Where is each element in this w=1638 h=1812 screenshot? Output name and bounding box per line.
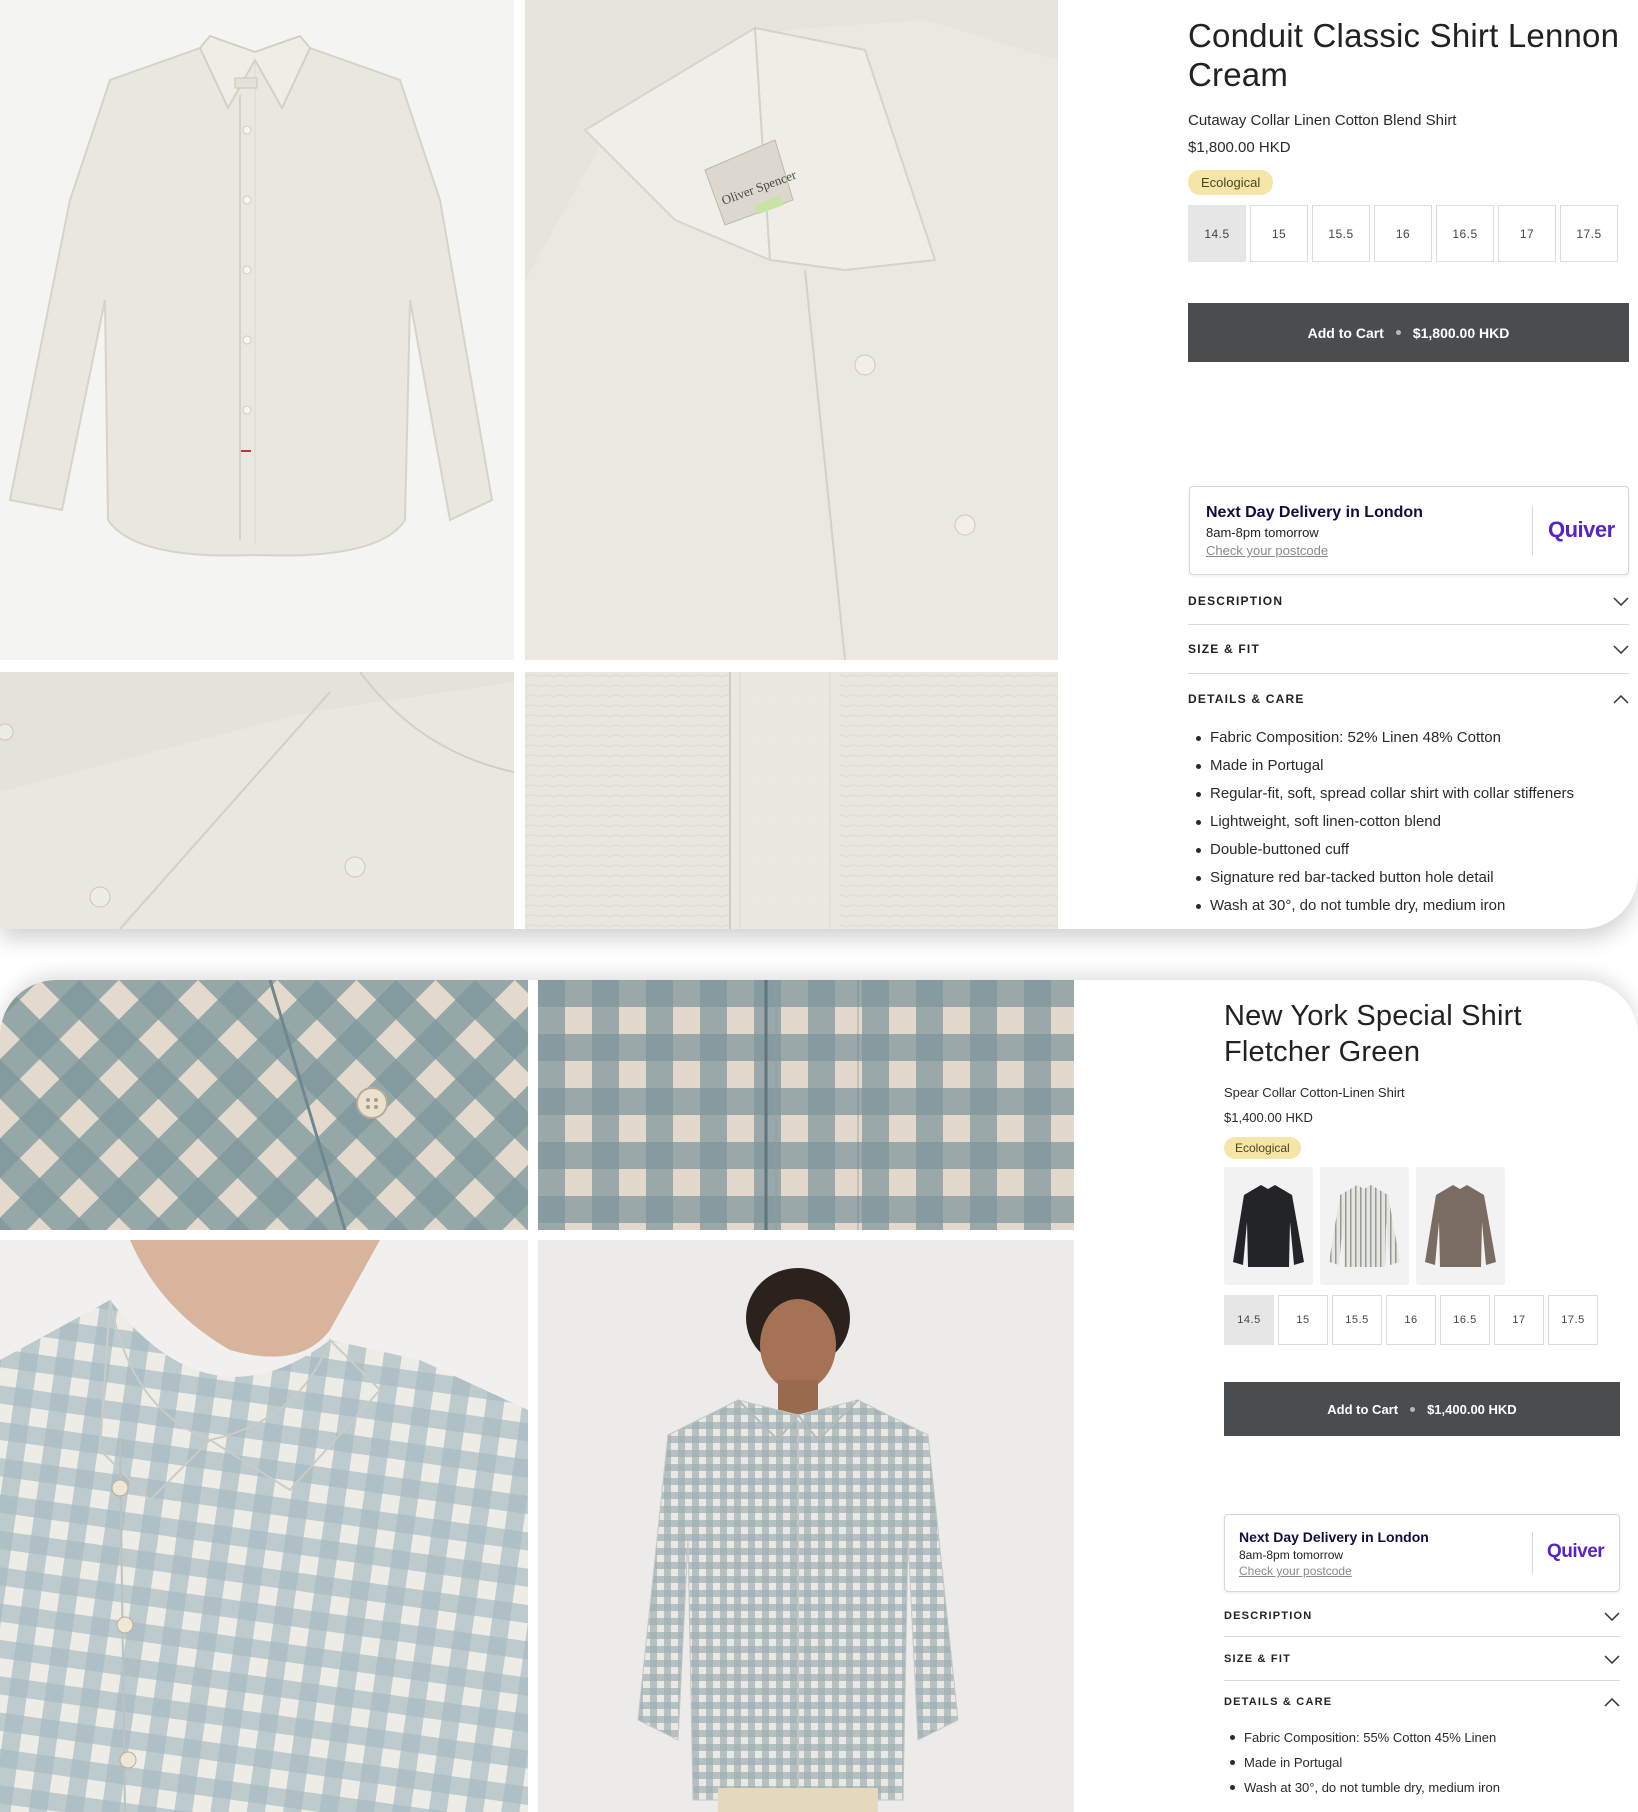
cream-shirt-collar-image[interactable]: Oliver Spencer [525,0,1058,660]
size-option-16[interactable]: 16 [1386,1295,1436,1345]
accordion-details-care[interactable]: DETAILS & CARE [1188,674,1629,723]
cream-shirt-cuff-image[interactable] [0,672,514,929]
check-postcode-link[interactable]: Check your postcode [1206,543,1328,558]
delivery-widget: Next Day Delivery in London 8am-8pm tomo… [1224,1514,1620,1592]
separator-dot [1395,330,1401,335]
chevron-down-icon [1613,645,1629,654]
product-title-line2: Cream [1188,56,1289,93]
size-option-17[interactable]: 17 [1494,1295,1544,1345]
accordion-description-label: DESCRIPTION [1224,1609,1313,1622]
product-info-panel: New York Special Shirt Fletcher Green Sp… [1224,998,1624,1159]
size-option-15-5[interactable]: 15.5 [1332,1295,1382,1345]
add-to-cart-label: Add to Cart [1327,1401,1399,1417]
size-option-14-5[interactable]: 14.5 [1188,205,1246,262]
details-item: Fabric Composition: 52% Linen 48% Cotton [1196,724,1630,752]
size-option-17-5[interactable]: 17.5 [1548,1295,1598,1345]
gingham-button-closeup-image[interactable] [0,980,528,1230]
delivery-time: 8am-8pm tomorrow [1206,525,1319,540]
product-title-line1: Conduit Classic Shirt Lennon [1188,17,1620,54]
chevron-down-icon [1604,1654,1620,1664]
details-item: Wash at 30°, do not tumble dry, medium i… [1196,892,1630,920]
add-to-cart-price: $1,400.00 HKD [1427,1401,1517,1417]
accordion-size-fit[interactable]: SIZE & FIT [1188,625,1629,674]
product-title-line2: Fletcher Green [1224,1036,1421,1068]
black-shirt-swatch[interactable] [1224,1167,1313,1285]
details-item: Signature red bar-tacked button hole det… [1196,864,1630,892]
accordion-size-fit[interactable]: SIZE & FIT [1224,1637,1620,1681]
accordion-description-label: DESCRIPTION [1188,594,1284,608]
cream-shirt-fabric-image[interactable] [525,672,1058,929]
size-option-16-5[interactable]: 16.5 [1440,1295,1490,1345]
size-selector: 14.5 15 15.5 16 16.5 17 17.5 [1224,1295,1598,1345]
product-title: Conduit Classic Shirt Lennon Cream [1188,16,1628,94]
color-swatches [1224,1167,1505,1285]
details-item: Wash at 30°, do not tumble dry, medium i… [1230,1775,1624,1800]
accordion-description[interactable]: DESCRIPTION [1188,578,1629,625]
gingham-placket-image[interactable] [538,980,1074,1230]
add-to-cart-button[interactable]: Add to Cart $1,400.00 HKD [1224,1382,1620,1436]
delivery-divider [1532,506,1533,555]
accordion-description[interactable]: DESCRIPTION [1224,1595,1620,1637]
size-option-16-5[interactable]: 16.5 [1436,205,1494,262]
accordion-size-fit-label: SIZE & FIT [1188,642,1260,656]
size-option-15[interactable]: 15 [1250,205,1308,262]
size-option-16[interactable]: 16 [1374,205,1432,262]
size-option-15-5[interactable]: 15.5 [1312,205,1370,262]
delivery-divider [1532,1531,1533,1575]
details-list: Fabric Composition: 52% Linen 48% Cotton… [1196,724,1630,920]
gingham-model-full-image[interactable] [538,1240,1074,1812]
accordion-size-fit-label: SIZE & FIT [1224,1652,1291,1665]
accordion-details-label: DETAILS & CARE [1188,691,1305,706]
details-item: Regular-fit, soft, spread collar shirt w… [1196,780,1630,808]
size-selector: 14.5 15 15.5 16 16.5 17 17.5 [1188,205,1618,262]
accordion-details-label: DETAILS & CARE [1224,1696,1333,1708]
add-to-cart-label: Add to Cart [1307,324,1384,341]
details-item: Double-buttoned cuff [1196,836,1630,864]
size-option-17-5[interactable]: 17.5 [1560,205,1618,262]
chevron-down-icon [1613,597,1629,606]
chevron-up-icon [1604,1697,1620,1707]
product-info-panel: Conduit Classic Shirt Lennon Cream Cutaw… [1188,16,1628,195]
brown-shirt-swatch[interactable] [1416,1167,1505,1285]
delivery-title: Next Day Delivery in London [1206,504,1423,521]
accordion-details-care[interactable]: DETAILS & CARE [1224,1681,1620,1723]
striped-shirt-swatch[interactable] [1320,1167,1409,1285]
delivery-time: 8am-8pm tomorrow [1239,1548,1344,1562]
product-card-conduit: Oliver Spencer Conduit Classic Shirt Len… [0,0,1638,929]
ecological-badge: Ecological [1188,170,1274,195]
delivery-title: Next Day Delivery in London [1239,1529,1429,1545]
details-list: Fabric Composition: 55% Cotton 45% Linen… [1230,1725,1624,1800]
size-option-15[interactable]: 15 [1278,1295,1328,1345]
product-subtitle: Cutaway Collar Linen Cotton Blend Shirt [1188,112,1457,129]
check-postcode-link[interactable]: Check your postcode [1239,1564,1352,1578]
cream-shirt-front-image[interactable] [0,0,514,660]
details-item: Fabric Composition: 55% Cotton 45% Linen [1230,1725,1624,1750]
product-price: $1,400.00 HKD [1224,1110,1313,1125]
ecological-badge: Ecological [1224,1137,1301,1159]
add-to-cart-button[interactable]: Add to Cart $1,800.00 HKD [1188,303,1629,362]
product-title: New York Special Shirt Fletcher Green [1224,998,1624,1070]
chevron-down-icon [1604,1611,1620,1621]
size-option-17[interactable]: 17 [1498,205,1556,262]
gingham-collar-model-image[interactable] [0,1240,528,1812]
product-title-line1: New York Special Shirt [1224,1000,1522,1032]
quiver-logo: Quiver [1548,517,1615,542]
details-item: Made in Portugal [1230,1750,1624,1775]
size-option-14-5[interactable]: 14.5 [1224,1295,1274,1345]
delivery-widget: Next Day Delivery in London 8am-8pm tomo… [1189,486,1629,575]
quiver-logo: Quiver [1547,1541,1605,1562]
add-to-cart-price: $1,800.00 HKD [1412,324,1510,341]
details-item: Lightweight, soft linen-cotton blend [1196,808,1630,836]
separator-dot [1410,1406,1416,1412]
product-card-new-york: New York Special Shirt Fletcher Green Sp… [0,980,1638,1812]
chevron-up-icon [1613,694,1629,704]
product-subtitle: Spear Collar Cotton-Linen Shirt [1224,1085,1405,1100]
product-price: $1,800.00 HKD [1188,139,1291,156]
details-item: Made in Portugal [1196,752,1630,780]
